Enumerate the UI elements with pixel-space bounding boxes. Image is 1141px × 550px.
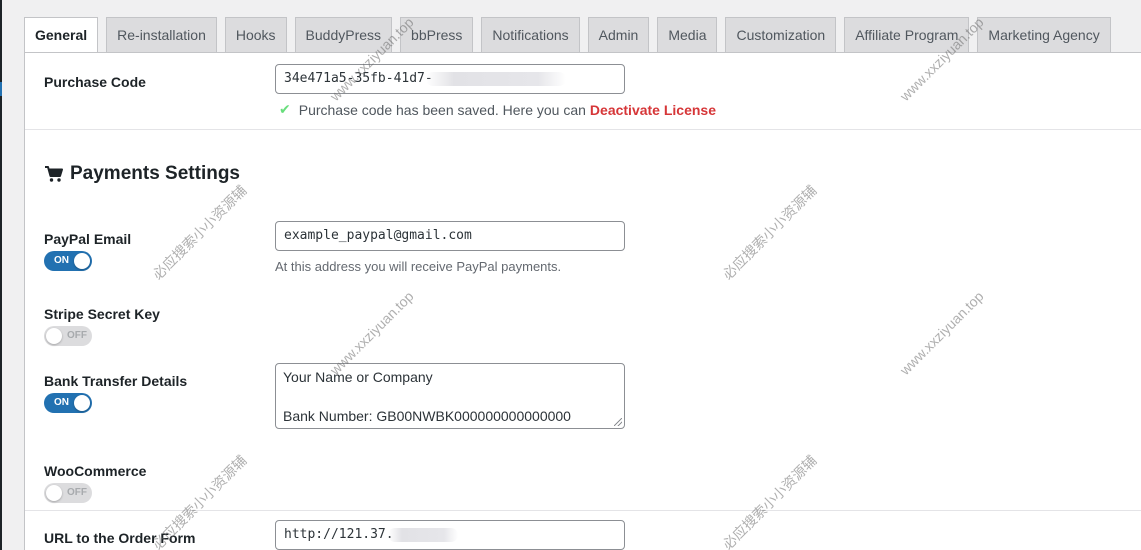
tab-hooks[interactable]: Hooks: [224, 17, 287, 52]
paypal-toggle[interactable]: ON: [44, 251, 92, 271]
purchase-saved-notice: ✔ Purchase code has been saved. Here you…: [279, 101, 716, 118]
stripe-secret-key-label: Stripe Secret Key: [44, 306, 160, 322]
bank-details-line-1: Your Name or Company: [283, 369, 433, 385]
toggle-knob: [74, 253, 90, 269]
bank-transfer-toggle[interactable]: ON: [44, 393, 92, 413]
toggle-state-text: ON: [54, 397, 69, 408]
tab-general[interactable]: General: [24, 17, 99, 53]
admin-sidebar-edge: [0, 0, 2, 550]
settings-tabs: General Re-installation Hooks BuddyPress…: [24, 17, 1119, 53]
tab-buddypress[interactable]: BuddyPress: [294, 17, 393, 52]
woocommerce-label: WooCommerce: [44, 463, 147, 479]
purchase-saved-message: Purchase code has been saved. Here you c…: [298, 101, 586, 118]
purchase-code-value: 34e471a5-35fb-41d7-: [284, 71, 433, 86]
tab-media[interactable]: Media: [657, 17, 718, 52]
paypal-email-input[interactable]: example_paypal@gmail.com: [275, 221, 625, 251]
payments-settings-heading: Payments Settings: [44, 163, 240, 185]
deactivate-license-link[interactable]: Deactivate License: [590, 102, 716, 118]
tab-notifications[interactable]: Notifications: [481, 17, 580, 52]
redacted-blur: [426, 72, 566, 86]
order-form-url-input[interactable]: http://121.37.: [275, 520, 625, 550]
redacted-blur: [388, 528, 458, 542]
tab-re-installation[interactable]: Re-installation: [106, 17, 217, 52]
paypal-description: At this address you will receive PayPal …: [275, 259, 562, 274]
toggle-knob: [74, 395, 90, 411]
tab-bbpress[interactable]: bbPress: [400, 17, 474, 52]
stripe-toggle[interactable]: OFF: [44, 326, 92, 346]
bank-details-line-2: Bank Number: GB00NWBK000000000000000: [283, 408, 571, 424]
resize-handle[interactable]: [614, 418, 622, 426]
tab-marketing-agency[interactable]: Marketing Agency: [977, 17, 1111, 52]
cart-icon: [45, 166, 63, 182]
toggle-state-text: ON: [54, 255, 69, 266]
paypal-email-label: PayPal Email: [44, 231, 132, 247]
sidebar-active-marker: [0, 82, 2, 96]
section-divider: [25, 510, 1141, 511]
settings-panel: Purchase Code 34e471a5-35fb-41d7- ✔ Purc…: [24, 52, 1141, 550]
section-divider: [25, 129, 1141, 130]
payments-settings-title: Payments Settings: [70, 163, 240, 184]
bank-transfer-label: Bank Transfer Details: [44, 373, 188, 389]
paypal-email-value: example_paypal@gmail.com: [284, 228, 472, 243]
tab-customization[interactable]: Customization: [725, 17, 837, 52]
purchase-code-label: Purchase Code: [44, 74, 146, 90]
bank-transfer-textarea[interactable]: Your Name or Company Bank Number: GB00NW…: [275, 363, 625, 429]
toggle-knob: [46, 328, 62, 344]
tab-affiliate-program[interactable]: Affiliate Program: [844, 17, 970, 52]
tab-admin[interactable]: Admin: [587, 17, 650, 52]
toggle-knob: [46, 485, 62, 501]
toggle-state-text: OFF: [67, 330, 87, 341]
purchase-code-input[interactable]: 34e471a5-35fb-41d7-: [275, 64, 625, 94]
order-form-url-label: URL to the Order Form: [44, 530, 196, 546]
order-form-url-value: http://121.37.: [284, 527, 394, 542]
check-icon: ✔: [279, 101, 291, 117]
toggle-state-text: OFF: [67, 487, 87, 498]
woocommerce-toggle[interactable]: OFF: [44, 483, 92, 503]
